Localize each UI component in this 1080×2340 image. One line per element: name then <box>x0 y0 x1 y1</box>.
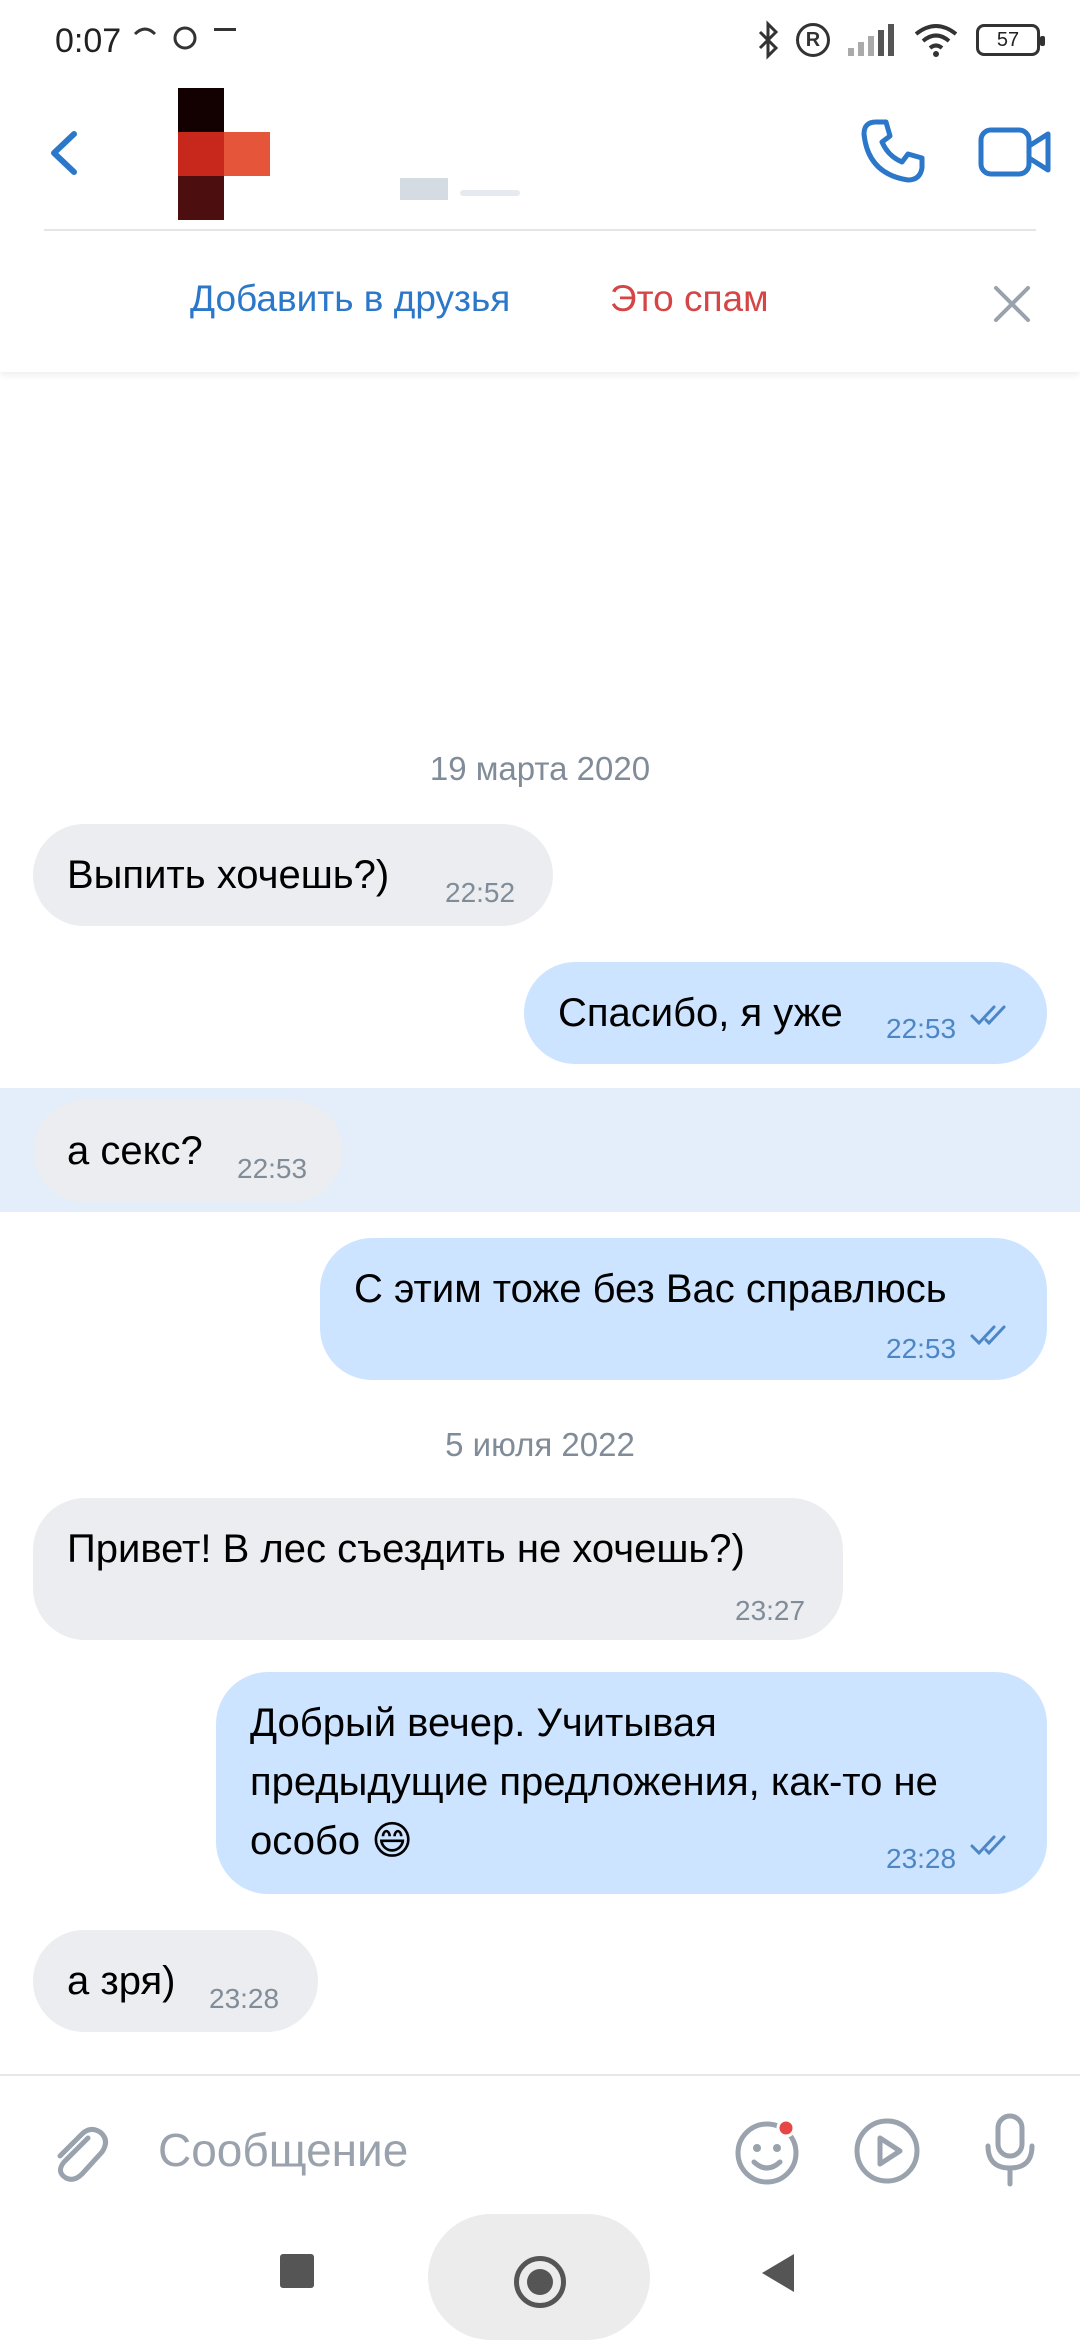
message-time: 22:53 <box>237 1153 308 1184</box>
notification-icon <box>214 28 236 31</box>
message-time: 22:53 <box>886 1013 957 1044</box>
message-time: 22:52 <box>445 877 516 908</box>
header-divider <box>44 229 1036 231</box>
message-time: 23:28 <box>209 1983 280 2014</box>
paperclip-icon[interactable] <box>44 2120 112 2188</box>
message-outgoing[interactable]: Добрый вечер. Учитывая предыдущие предло… <box>216 1672 1047 1894</box>
message-time: 22:53 <box>886 1333 957 1364</box>
avatar[interactable] <box>178 88 270 220</box>
message-text-line: Добрый вечер. Учитывая <box>250 1701 717 1745</box>
system-navigation-bar <box>0 2214 1080 2340</box>
chat-header <box>0 78 1080 231</box>
date-separator: 5 июля 2022 <box>445 1426 635 1463</box>
message-time: 23:28 <box>886 1843 957 1874</box>
add-friend-button[interactable]: Добавить в друзья <box>190 278 510 320</box>
battery-level: 57 <box>996 28 1020 51</box>
message-incoming[interactable]: а секс? 22:53 <box>33 1100 343 1202</box>
message-outgoing[interactable]: С этим тоже без Вас справлюсь 22:53 <box>320 1238 1047 1380</box>
message-incoming[interactable]: Выпить хочешь?) 22:52 <box>33 824 553 926</box>
read-checkmarks-icon <box>970 1325 1006 1346</box>
phone-icon[interactable] <box>858 116 928 186</box>
message-input[interactable] <box>158 2120 678 2180</box>
message-text: Выпить хочешь?) <box>67 853 390 897</box>
message-text: Привет! В лес съездить не хочешь?) <box>67 1527 745 1571</box>
chat-screen: 0:07 R 57 Добавить в друзья Это спам 19 … <box>0 0 1080 2340</box>
read-checkmarks-icon <box>970 1005 1006 1026</box>
status-left-icons <box>130 22 240 52</box>
battery-icon: 57 <box>976 24 1045 56</box>
microphone-icon[interactable] <box>982 2112 1038 2188</box>
message-text: С этим тоже без Вас справлюсь <box>354 1267 947 1311</box>
video-camera-icon[interactable] <box>978 122 1052 182</box>
alarm-icon <box>173 26 197 50</box>
message-text: а зря) <box>67 1959 176 2003</box>
message-incoming[interactable]: Привет! В лес съездить не хочешь?) 23:27 <box>33 1498 843 1640</box>
signal-icon <box>848 24 894 56</box>
message-list[interactable]: 19 марта 2020 Выпить хочешь?) 22:52 Спас… <box>0 374 1080 2074</box>
friend-request-banner: Добавить в друзья Это спам <box>0 232 1080 372</box>
status-bar: 0:07 R 57 <box>0 0 1080 78</box>
close-icon[interactable] <box>990 282 1034 326</box>
back-icon[interactable] <box>762 2254 794 2292</box>
contact-status-redacted <box>460 190 520 196</box>
play-icon[interactable] <box>852 2116 922 2186</box>
home-icon[interactable] <box>514 2256 566 2308</box>
chevron-left-icon[interactable] <box>40 118 90 188</box>
message-incoming[interactable]: а зря) 23:28 <box>33 1930 318 2032</box>
message-text-line: особо 😄 <box>250 1819 413 1863</box>
message-text-line: предыдущие предложения, как-то не <box>250 1760 938 1804</box>
contact-name-redacted <box>400 178 448 200</box>
status-time: 0:07 <box>55 22 122 60</box>
read-checkmarks-icon <box>970 1835 1006 1856</box>
roaming-icon: R <box>796 23 830 57</box>
report-spam-button[interactable]: Это спам <box>610 278 769 320</box>
recent-apps-icon[interactable] <box>280 2254 314 2288</box>
roaming-label: R <box>805 28 821 51</box>
sync-icon <box>133 27 157 36</box>
message-outgoing[interactable]: Спасибо, я уже 22:53 <box>524 962 1047 1064</box>
sticker-icon[interactable] <box>732 2116 802 2186</box>
status-right-icons: R 57 <box>756 20 1045 60</box>
message-composer <box>0 2074 1080 2214</box>
message-text: Спасибо, я уже <box>558 991 843 1035</box>
bluetooth-icon <box>758 20 779 60</box>
message-text: а секс? <box>67 1129 203 1173</box>
date-separator: 19 марта 2020 <box>429 750 651 787</box>
message-time: 23:27 <box>735 1595 806 1626</box>
wifi-icon <box>914 24 958 57</box>
